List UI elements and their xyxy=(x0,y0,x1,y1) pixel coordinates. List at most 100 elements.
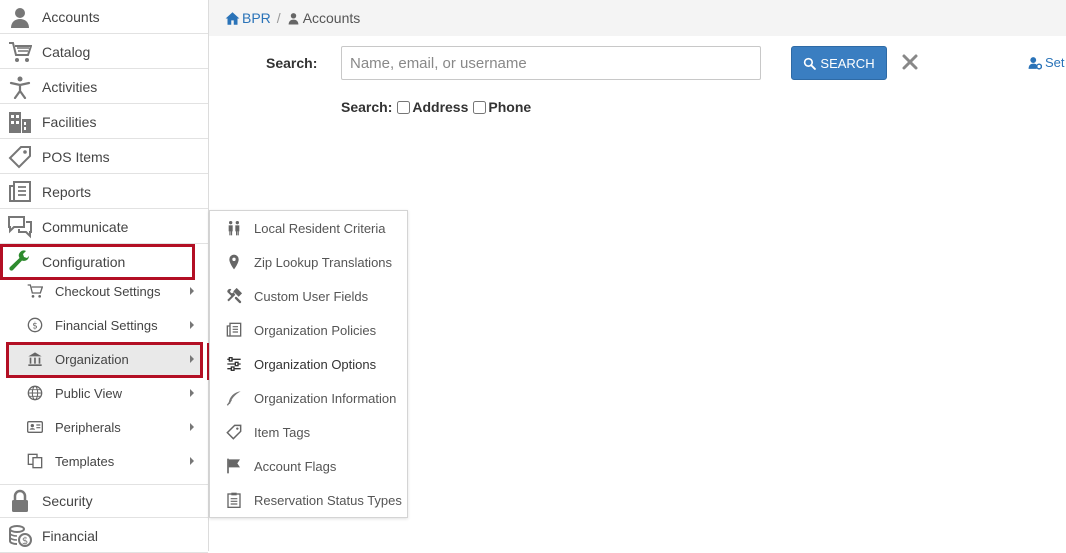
home-icon xyxy=(225,11,240,25)
copy-icon xyxy=(26,452,44,470)
breadcrumb-current: Accounts xyxy=(287,10,361,26)
breadcrumb-home-label: BPR xyxy=(242,10,271,26)
sidebar-item-label: Catalog xyxy=(42,43,91,60)
menu-item-label: Reservation Status Types xyxy=(254,492,402,508)
sub-item-organization[interactable]: Organization xyxy=(8,342,202,376)
menu-item-zip-lookup-translations[interactable]: Zip Lookup Translations xyxy=(210,245,407,279)
sidebar: Accounts Catalog Activities Facilities P… xyxy=(0,0,209,553)
sub-item-checkout-settings[interactable]: Checkout Settings xyxy=(8,274,202,308)
sidebar-item-label: Configuration xyxy=(42,254,126,270)
caret-right-icon xyxy=(190,457,194,465)
phone-checkbox-label: Phone xyxy=(488,99,532,115)
sub-item-label: Financial Settings xyxy=(55,317,158,333)
menu-item-local-resident-criteria[interactable]: Local Resident Criteria xyxy=(210,211,407,245)
sub-item-label: Organization xyxy=(55,351,129,367)
sub-item-public-view[interactable]: Public View xyxy=(8,376,202,410)
person-icon xyxy=(288,12,299,24)
sidebar-item-accounts[interactable]: Accounts xyxy=(0,0,208,34)
caret-right-icon xyxy=(190,389,194,397)
sidebar-item-communicate[interactable]: Communicate xyxy=(0,210,208,244)
map-pin-icon xyxy=(225,253,243,271)
sub-item-peripherals[interactable]: Peripherals xyxy=(8,410,202,444)
person-icon xyxy=(7,4,33,30)
search-input[interactable] xyxy=(341,46,761,80)
caret-right-icon xyxy=(190,287,194,295)
sidebar-item-financial[interactable]: $ Financial xyxy=(0,519,208,553)
sidebar-item-activities[interactable]: Activities xyxy=(0,70,208,104)
bank-icon xyxy=(26,350,44,368)
user-gear-icon xyxy=(1028,56,1042,70)
cart-icon xyxy=(7,39,33,65)
search-icon xyxy=(804,57,817,70)
menu-item-organization-information[interactable]: Organization Information xyxy=(210,381,407,415)
menu-item-label: Custom User Fields xyxy=(254,288,369,304)
sliders-icon xyxy=(225,355,243,373)
menu-item-label: Account Flags xyxy=(254,458,337,474)
search-button-label: SEARCH xyxy=(820,55,875,71)
lock-icon xyxy=(7,488,33,514)
sub-item-label: Public View xyxy=(55,385,122,401)
top-bar: BPR / Accounts xyxy=(209,0,1066,36)
sidebar-item-label: Security xyxy=(42,493,93,509)
sidebar-item-label: Accounts xyxy=(42,8,100,25)
sidebar-item-security[interactable]: Security xyxy=(0,484,208,518)
breadcrumb-separator: / xyxy=(276,10,281,26)
tag-icon xyxy=(7,144,33,170)
building-icon xyxy=(7,109,33,135)
menu-item-item-tags[interactable]: Item Tags xyxy=(210,415,407,449)
id-card-icon xyxy=(26,418,44,436)
address-checkbox-label: Address xyxy=(412,99,469,115)
sidebar-item-catalog[interactable]: Catalog xyxy=(0,35,208,69)
sidebar-item-label: Communicate xyxy=(42,218,129,235)
sub-item-templates[interactable]: Templates xyxy=(8,444,202,478)
chat-icon xyxy=(7,214,33,240)
search-options-label: Search: xyxy=(341,99,393,115)
caret-right-icon xyxy=(190,355,194,363)
policies-icon xyxy=(225,321,243,339)
sub-item-label: Templates xyxy=(55,453,115,469)
sub-item-label: Checkout Settings xyxy=(55,283,161,299)
breadcrumb-home[interactable]: BPR xyxy=(225,10,271,26)
svg-text:$: $ xyxy=(22,536,28,547)
address-checkbox[interactable] xyxy=(397,100,411,114)
phone-checkbox[interactable] xyxy=(473,100,487,114)
search-button[interactable]: SEARCH xyxy=(791,46,887,80)
flag-icon xyxy=(225,457,243,475)
menu-item-label: Organization Policies xyxy=(254,322,377,338)
menu-item-reservation-status-types[interactable]: Reservation Status Types xyxy=(210,483,407,517)
sidebar-item-label: Financial xyxy=(42,527,99,544)
sidebar-item-label: POS Items xyxy=(42,148,110,165)
sidebar-item-facilities[interactable]: Facilities xyxy=(0,105,208,139)
dollar-circle-icon: $ xyxy=(26,316,44,334)
breadcrumb-current-label: Accounts xyxy=(302,10,361,26)
tag-icon xyxy=(225,423,243,441)
menu-item-organization-options[interactable]: Organization Options xyxy=(210,347,407,381)
svg-text:$: $ xyxy=(32,321,38,331)
menu-item-label: Organization Options xyxy=(254,356,377,372)
menu-item-custom-user-fields[interactable]: Custom User Fields xyxy=(210,279,407,313)
sub-item-financial-settings[interactable]: $ Financial Settings xyxy=(8,308,202,342)
wrench-icon xyxy=(7,249,33,275)
close-icon[interactable] xyxy=(900,52,920,72)
cart-icon xyxy=(26,282,44,300)
globe-icon xyxy=(26,384,44,402)
tools-icon xyxy=(225,287,243,305)
search-options: Search: Address Phone xyxy=(341,99,531,115)
menu-item-label: Zip Lookup Translations xyxy=(254,254,393,270)
caret-right-icon xyxy=(190,321,194,329)
menu-item-label: Organization Information xyxy=(254,390,397,406)
menu-item-organization-policies[interactable]: Organization Policies xyxy=(210,313,407,347)
settings-link[interactable]: Set xyxy=(1028,55,1065,70)
sidebar-item-pos-items[interactable]: POS Items xyxy=(0,140,208,174)
sidebar-item-reports[interactable]: Reports xyxy=(0,175,208,209)
caret-right-icon xyxy=(190,423,194,431)
search-label: Search: xyxy=(266,55,318,71)
menu-item-label: Item Tags xyxy=(254,424,311,440)
organization-flyout-menu: Local Resident Criteria Zip Lookup Trans… xyxy=(209,210,408,518)
sidebar-item-label: Activities xyxy=(42,78,98,95)
menu-item-account-flags[interactable]: Account Flags xyxy=(210,449,407,483)
activity-person-icon xyxy=(7,74,33,100)
people-icon xyxy=(225,219,243,237)
settings-link-label: Set xyxy=(1045,55,1065,70)
feather-icon xyxy=(225,389,243,407)
